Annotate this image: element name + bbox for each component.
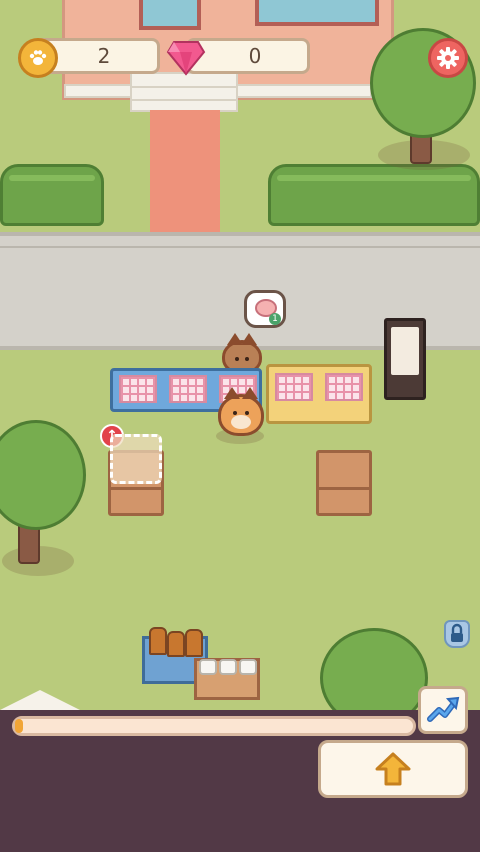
road-sidewalk-line	[0, 246, 480, 248]
up-arrow-icon	[375, 752, 411, 786]
order-count-badge: 1	[269, 313, 281, 325]
gear-icon	[437, 47, 459, 69]
hedge-left	[0, 164, 104, 226]
tree-left	[0, 420, 86, 530]
serving-table-yellow[interactable]	[266, 364, 372, 424]
entrance-path	[150, 110, 220, 234]
cafe-steps	[130, 72, 238, 112]
level-progress-fill	[15, 719, 23, 733]
plate-shelf[interactable]	[194, 658, 260, 700]
chart-arrow-icon	[427, 696, 460, 722]
gem-icon	[166, 38, 206, 76]
gem-count: 0	[248, 44, 262, 68]
stats-button[interactable]	[418, 686, 468, 734]
porch-ledge-right	[236, 84, 372, 98]
paw-coin-icon	[18, 38, 58, 78]
level-progress-bar	[12, 716, 416, 736]
tent-roof	[0, 690, 80, 710]
menu-board-sign[interactable]	[384, 318, 426, 400]
lock-icon[interactable]	[444, 620, 470, 648]
coin-count: 2	[97, 44, 111, 68]
game-scene[interactable]: 2 0 1	[0, 0, 480, 710]
order-speech-bubble[interactable]: 1	[244, 290, 286, 328]
tree-bottom-right	[320, 628, 428, 710]
porch-ledge-left	[64, 84, 134, 98]
upgrade-button[interactable]	[318, 740, 468, 798]
station-crate-right[interactable]	[316, 450, 372, 516]
settings-button[interactable]	[428, 38, 468, 78]
hedge-right	[268, 164, 480, 226]
build-slot-outline[interactable]	[110, 434, 162, 484]
worker-cat[interactable]	[218, 387, 264, 436]
